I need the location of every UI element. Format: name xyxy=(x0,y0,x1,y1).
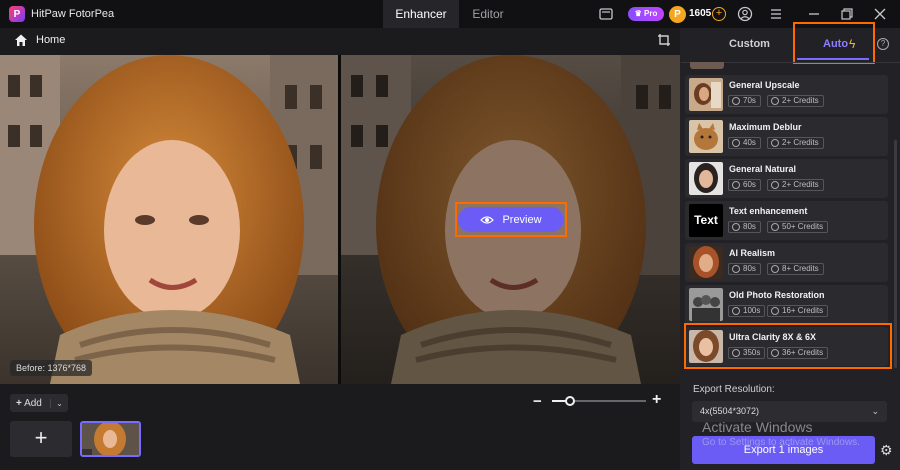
minimize-icon[interactable] xyxy=(806,6,822,22)
before-image xyxy=(0,55,338,384)
clock-icon xyxy=(732,265,740,273)
model-time: 40s xyxy=(728,137,761,149)
add-button[interactable]: + Add ⌄ xyxy=(10,394,68,412)
model-name: General Natural xyxy=(729,164,797,174)
close-icon[interactable] xyxy=(872,6,888,22)
credit-icon xyxy=(771,265,779,273)
chevron-down-icon: ⌄ xyxy=(871,406,879,416)
model-time: 80s xyxy=(728,263,761,275)
add-dropdown-chevron-icon[interactable]: ⌄ xyxy=(50,398,68,408)
image-compare-area[interactable]: Before: 1376*768 xyxy=(0,55,680,384)
partial-model-thumbnail xyxy=(690,62,724,69)
before-dimensions-label: Before: 1376*768 xyxy=(10,360,93,376)
add-credits-button[interactable]: + xyxy=(712,7,726,21)
model-card-maximum-deblur[interactable]: Maximum Deblur 40s 2+ Credits xyxy=(685,117,888,156)
credit-icon xyxy=(771,307,779,315)
help-icon[interactable]: ? xyxy=(877,38,889,50)
model-name: Maximum Deblur xyxy=(729,122,802,132)
model-thumbnail xyxy=(689,162,723,195)
model-card-general-upscale[interactable]: General Upscale 70s 2+ Credits xyxy=(685,75,888,114)
model-credits: 2+ Credits xyxy=(767,137,824,149)
credit-count: 1605 xyxy=(689,8,712,19)
windows-watermark-subtitle: Go to Settings to activate Windows. xyxy=(702,437,860,448)
model-card-text-enhancement[interactable]: Text Text enhancement 80s 50+ Credits xyxy=(685,201,888,240)
zoom-in-button[interactable]: + xyxy=(652,391,661,409)
model-thumbnail xyxy=(689,78,723,111)
model-credits: 50+ Credits xyxy=(767,221,829,233)
ultra-clarity-highlight-box xyxy=(684,323,892,369)
model-time: 70s xyxy=(728,95,761,107)
clock-icon xyxy=(732,307,740,315)
model-credits: 16+ Credits xyxy=(767,305,829,317)
preview-highlight-box xyxy=(455,202,567,237)
clock-icon xyxy=(732,139,740,147)
gear-icon[interactable]: ⚙ xyxy=(880,442,893,459)
windows-watermark-title: Activate Windows xyxy=(702,419,813,435)
model-name: AI Realism xyxy=(729,248,776,258)
model-time: 60s xyxy=(728,179,761,191)
pro-badge[interactable]: ♛ Pro xyxy=(628,7,664,21)
resolution-value: 4x(5504*3072) xyxy=(700,406,760,416)
image-thumbnail[interactable] xyxy=(80,421,141,457)
clock-icon xyxy=(732,181,740,189)
model-credits: 8+ Credits xyxy=(767,263,824,275)
model-card-general-natural[interactable]: General Natural 60s 2+ Credits xyxy=(685,159,888,198)
clock-icon xyxy=(732,223,740,231)
home-icon[interactable] xyxy=(14,33,28,47)
menu-icon[interactable] xyxy=(768,6,784,22)
zoom-out-button[interactable]: − xyxy=(533,393,542,410)
model-name: Old Photo Restoration xyxy=(729,290,825,300)
app-title: HitPaw FotorPea xyxy=(31,8,115,20)
model-credits: 2+ Credits xyxy=(767,179,824,191)
user-account-icon[interactable] xyxy=(737,6,753,22)
sub-bar xyxy=(0,28,680,52)
model-card-ai-realism[interactable]: AI Realism 80s 8+ Credits xyxy=(685,243,888,282)
message-icon[interactable] xyxy=(598,6,614,22)
credit-icon xyxy=(771,181,779,189)
crop-icon[interactable] xyxy=(657,33,671,47)
tab-enhancer[interactable]: Enhancer xyxy=(383,0,459,28)
model-credits: 2+ Credits xyxy=(767,95,824,107)
zoom-slider-handle[interactable] xyxy=(565,396,575,406)
model-name: Text enhancement xyxy=(729,206,808,216)
model-time: 100s xyxy=(728,305,766,317)
credit-icon xyxy=(771,139,779,147)
model-thumbnail-text: Text xyxy=(689,204,723,237)
model-thumbnail xyxy=(689,120,723,153)
tab-custom[interactable]: Custom xyxy=(729,38,770,50)
model-thumbnail xyxy=(689,246,723,279)
model-time: 80s xyxy=(728,221,761,233)
auto-tab-highlight-box xyxy=(793,22,875,64)
add-label: Add xyxy=(24,397,42,409)
clock-icon xyxy=(732,97,740,105)
model-name: General Upscale xyxy=(729,80,800,90)
add-image-tile[interactable]: + xyxy=(10,421,72,457)
restore-icon[interactable] xyxy=(839,6,855,22)
export-resolution-label: Export Resolution: xyxy=(693,384,775,395)
model-card-old-photo-restoration[interactable]: Old Photo Restoration 100s 16+ Credits xyxy=(685,285,888,324)
model-thumbnail xyxy=(689,288,723,321)
home-link[interactable]: Home xyxy=(36,34,65,46)
model-list-scrollbar[interactable] xyxy=(894,140,897,368)
credit-icon xyxy=(771,97,779,105)
app-logo-icon: P xyxy=(9,6,25,22)
credit-icon xyxy=(771,223,779,231)
tab-editor[interactable]: Editor xyxy=(459,0,517,28)
credit-coin-icon: P xyxy=(669,6,686,23)
